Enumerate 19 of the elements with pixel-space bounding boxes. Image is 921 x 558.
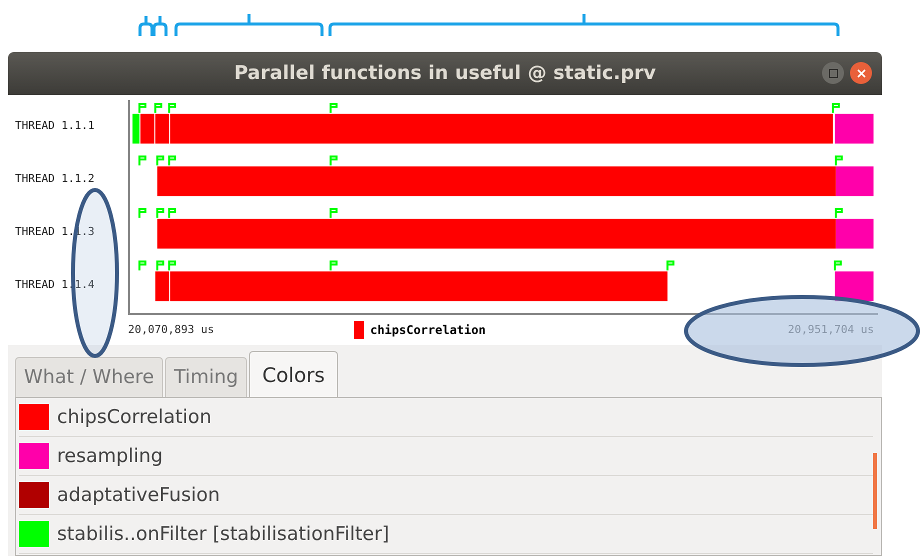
color-row[interactable]: resampling — [19, 437, 873, 476]
maximize-button[interactable] — [822, 62, 844, 84]
scrollbar-thumb[interactable] — [873, 453, 877, 529]
color-label: chipsCorrelation — [57, 404, 212, 430]
color-label: stabilis..onFilter [stabilisationFilter] — [57, 522, 390, 547]
color-label: adaptativeFusion — [57, 482, 220, 508]
close-button[interactable] — [850, 62, 872, 84]
color-row[interactable]: stabilis..onFilter [stabilisationFilter] — [19, 515, 873, 554]
end-time: 20,951,704 us — [788, 322, 874, 338]
tab[interactable]: Timing — [165, 357, 248, 397]
color-row[interactable]: adaptativeFusion — [19, 476, 873, 515]
color-label: resampling — [57, 444, 163, 469]
tab[interactable]: What / Where — [15, 357, 164, 397]
window-title: Parallel functions in useful @ static.prv — [234, 61, 656, 86]
color-row[interactable]: chipsCorrelation — [19, 398, 873, 437]
legend-label: chipsCorrelation — [370, 322, 486, 339]
tab[interactable]: Colors — [249, 351, 338, 397]
close-icon — [856, 68, 866, 78]
start-time: 20,070,893 us — [128, 322, 214, 338]
